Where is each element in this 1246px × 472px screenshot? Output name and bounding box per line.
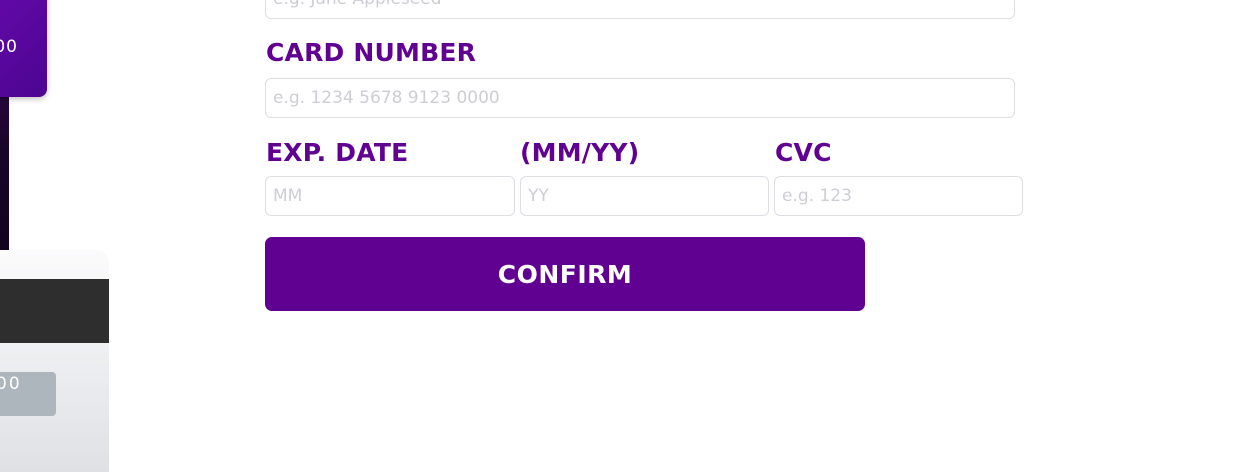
- cvc-input[interactable]: [774, 176, 1023, 216]
- card-back-preview: 00: [0, 250, 109, 472]
- card-front-number: 00: [0, 37, 18, 57]
- card-front-preview: 00: [0, 0, 47, 97]
- exp-format-label: (MM/YY): [520, 138, 640, 167]
- card-number-input[interactable]: [265, 78, 1015, 118]
- card-number-label: CARD NUMBER: [266, 38, 477, 67]
- magnetic-stripe: [0, 279, 109, 343]
- page: 00 00 CARD NUMBER EXP. DATE (MM/YY) CVC …: [0, 0, 1246, 472]
- cardholder-name-input[interactable]: [265, 0, 1015, 19]
- exp-month-input[interactable]: [265, 176, 515, 216]
- card-back-cvc: 00: [0, 374, 22, 394]
- cvc-label: CVC: [775, 138, 832, 167]
- exp-date-label: EXP. DATE: [266, 138, 409, 167]
- exp-year-input[interactable]: [520, 176, 769, 216]
- confirm-button[interactable]: CONFIRM: [265, 237, 865, 311]
